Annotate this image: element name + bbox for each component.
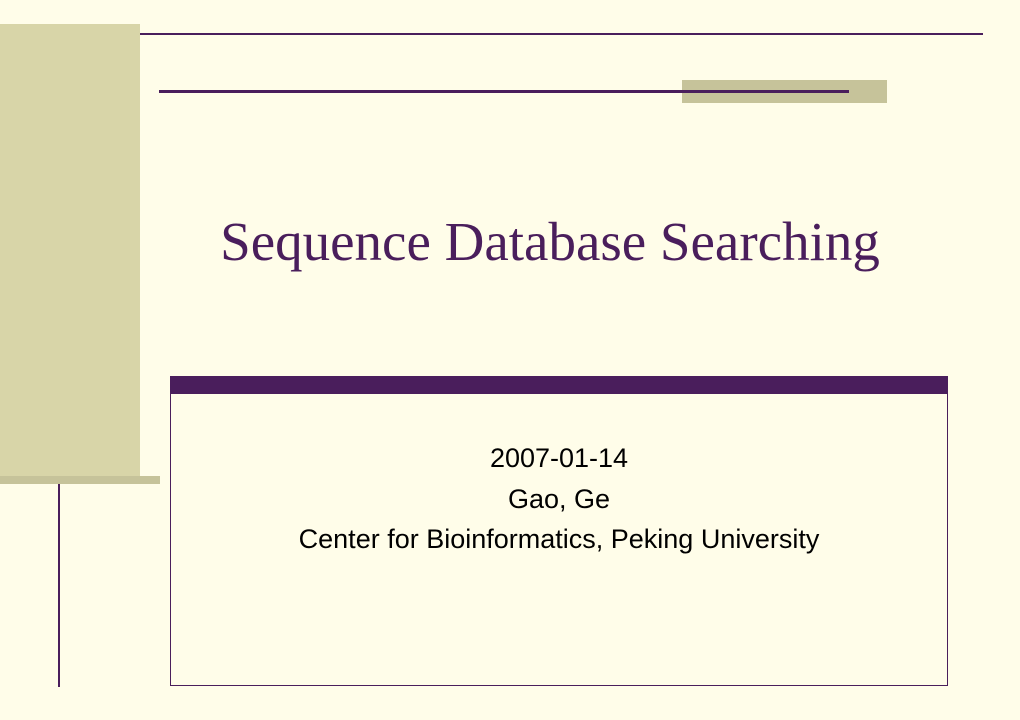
info-box-body: 2007-01-14 Gao, Ge Center for Bioinforma… — [170, 394, 948, 686]
slide-title: Sequence Database Searching — [140, 210, 960, 273]
info-date: 2007-01-14 — [171, 438, 947, 479]
info-author: Gao, Ge — [171, 479, 947, 520]
top-horizontal-rule — [159, 90, 849, 93]
info-affiliation: Center for Bioinformatics, Peking Univer… — [171, 519, 947, 560]
info-box: 2007-01-14 Gao, Ge Center for Bioinforma… — [170, 376, 948, 686]
info-box-topbar — [170, 376, 948, 394]
sidebar-accent-block — [0, 24, 140, 478]
sidebar-underline-accent — [0, 476, 160, 484]
